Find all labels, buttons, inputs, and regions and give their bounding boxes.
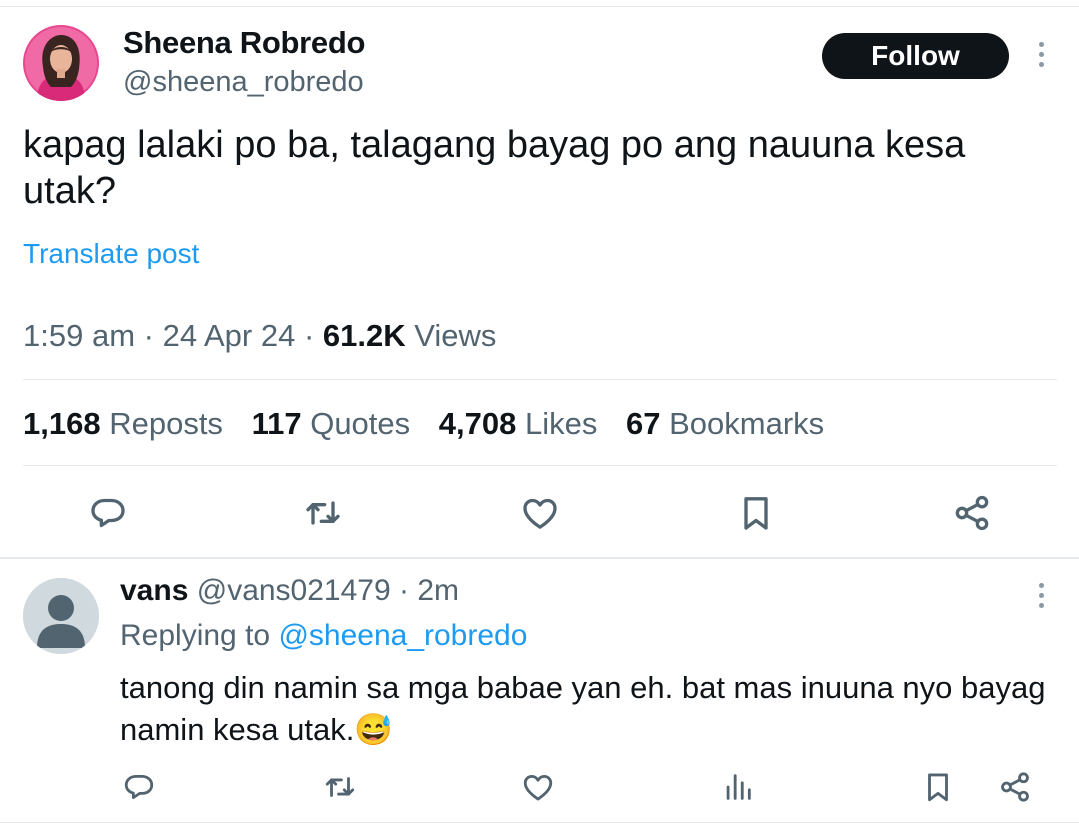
share-icon[interactable] (998, 770, 1032, 804)
analytics-icon[interactable] (721, 770, 755, 804)
reply-icon[interactable] (122, 770, 156, 804)
bookmark-icon[interactable] (736, 493, 776, 533)
views-count: 61.2K (322, 318, 406, 353)
bottom-border (0, 822, 1079, 823)
divider (23, 379, 1057, 380)
post-date: 24 Apr 24 (162, 318, 296, 353)
reply-handle[interactable]: @vans021479 (197, 574, 391, 607)
reply-avatar[interactable] (23, 578, 99, 654)
post-time: 1:59 am (23, 318, 136, 353)
quotes-stat[interactable]: 117 Quotes (252, 406, 411, 441)
repost-icon[interactable] (323, 770, 357, 804)
post-text: kapag lalaki po ba, talagang bayag po an… (23, 124, 966, 212)
reply-age: · 2m (399, 574, 460, 607)
follow-button[interactable]: Follow (822, 33, 1009, 79)
translate-post-link[interactable]: Translate post (23, 238, 199, 270)
reply-icon[interactable] (88, 493, 128, 533)
reply-header: vans @vans021479 · 2m (120, 574, 459, 608)
engagement-stats: 1,168 Reposts 117 Quotes 4,708 Likes 67 … (23, 406, 844, 442)
author-handle[interactable]: @sheena_robredo (123, 66, 364, 99)
meta-separator: · (143, 318, 154, 353)
replying-mention[interactable]: @sheena_robredo (278, 619, 527, 652)
repost-icon[interactable] (303, 493, 343, 533)
meta-separator: · (303, 318, 315, 353)
more-options-icon[interactable] (1036, 42, 1046, 67)
reply-more-options-icon[interactable] (1036, 583, 1046, 608)
share-icon[interactable] (952, 493, 992, 533)
post-meta: 1:59 am · 24 Apr 24 · 61.2K Views (23, 318, 496, 354)
replying-to: Replying to @sheena_robredo (120, 619, 527, 653)
divider (23, 465, 1057, 466)
reposts-stat[interactable]: 1,168 Reposts (23, 406, 223, 441)
author-avatar[interactable] (23, 25, 99, 101)
like-icon[interactable] (520, 493, 560, 533)
emoji-sweat-smile: 😅 (354, 712, 393, 747)
bookmarks-stat[interactable]: 67 Bookmarks (626, 406, 824, 441)
reply-text: tanong din namin sa mga babae yan eh. ba… (120, 667, 1050, 751)
author-display-name[interactable]: Sheena Robredo (123, 25, 365, 61)
section-separator (0, 557, 1079, 559)
likes-stat[interactable]: 4,708 Likes (439, 406, 598, 441)
top-border (0, 6, 1079, 7)
reply-display-name[interactable]: vans (120, 574, 188, 607)
bookmark-icon[interactable] (921, 770, 955, 804)
like-icon[interactable] (521, 770, 555, 804)
reply-body: tanong din namin sa mga babae yan eh. ba… (120, 670, 1046, 747)
views-label[interactable]: Views (414, 318, 496, 353)
replying-prefix: Replying to (120, 619, 271, 652)
